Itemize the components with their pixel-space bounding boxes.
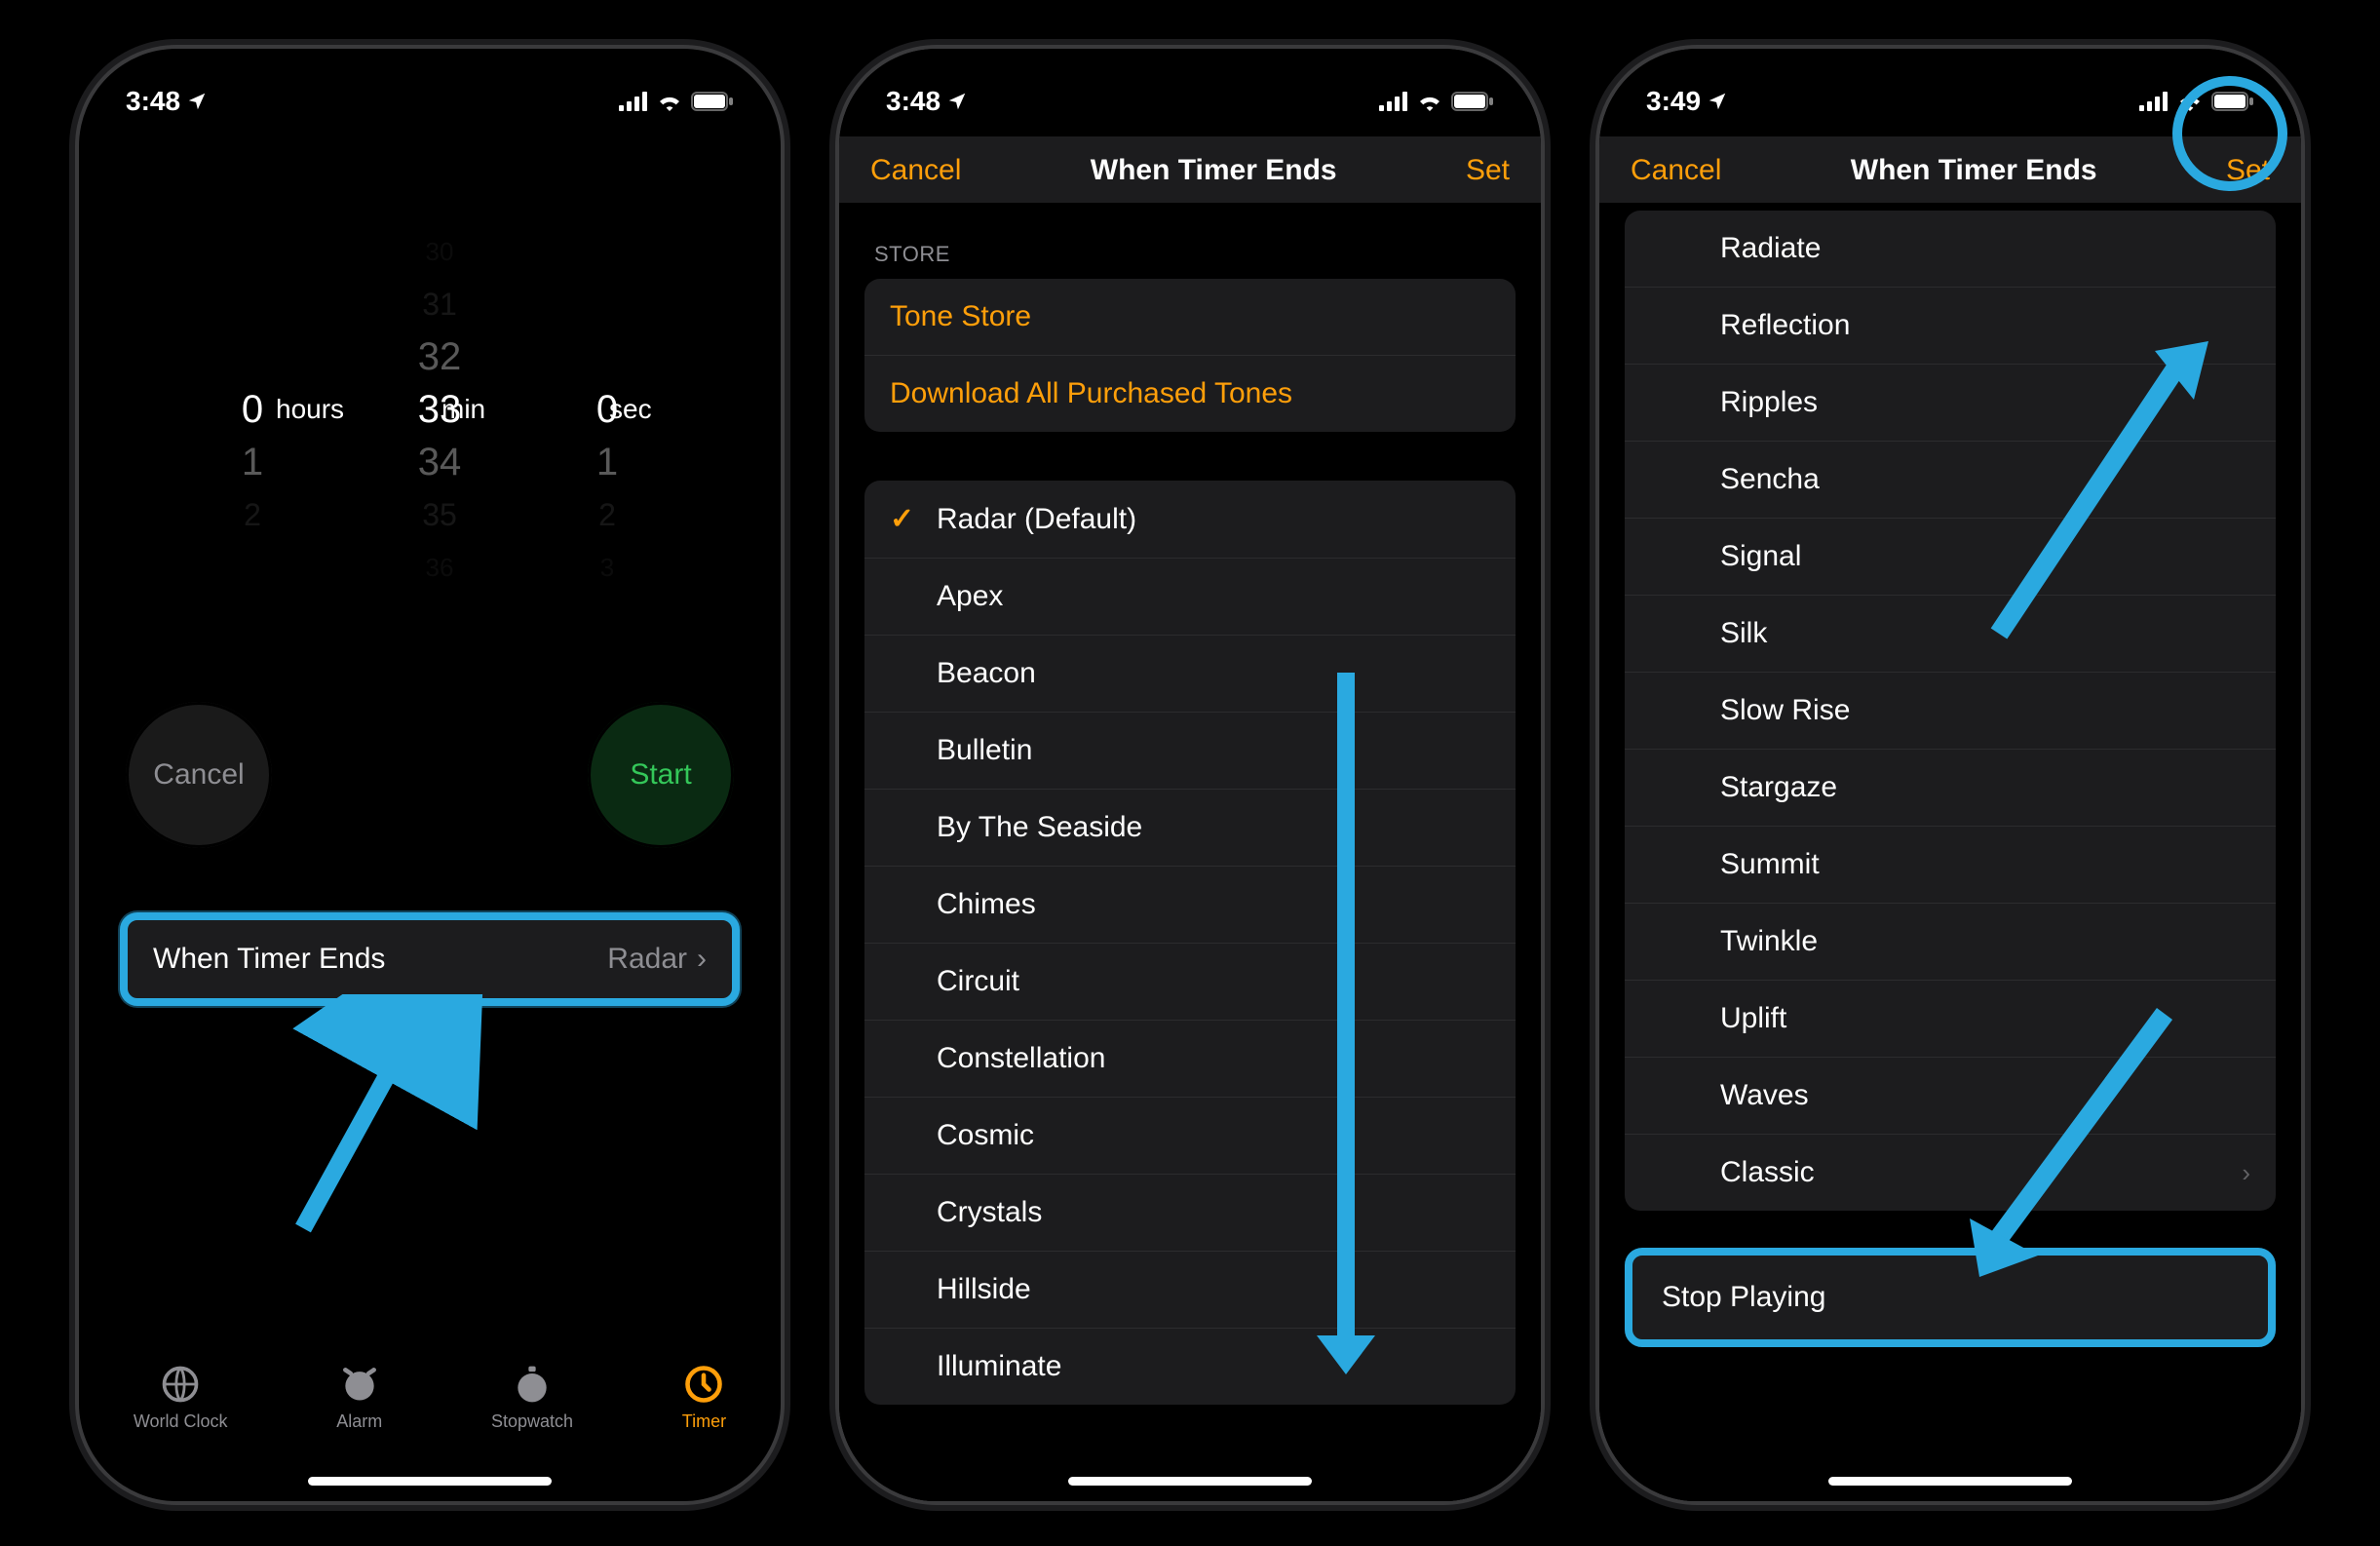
status-time: 3:49: [1646, 86, 1701, 117]
tone-item[interactable]: Chimes: [864, 866, 1516, 943]
wifi-icon: [656, 92, 683, 111]
tone-item-classic[interactable]: Classic›: [1625, 1134, 2276, 1211]
set-link[interactable]: Set: [1466, 154, 1510, 187]
battery-icon: [1451, 92, 1494, 111]
cancel-link[interactable]: Cancel: [1631, 154, 1721, 187]
time-picker[interactable]: 0 1 2 hours 30 31 32 33 34 35 36 min: [79, 136, 781, 682]
notch: [1828, 49, 2072, 97]
tone-item[interactable]: Waves: [1625, 1057, 2276, 1134]
tone-item[interactable]: Ripples: [1625, 364, 2276, 441]
tone-item[interactable]: By The Seaside: [864, 789, 1516, 866]
tab-stopwatch[interactable]: Stopwatch: [491, 1363, 573, 1432]
modal-title: When Timer Ends: [1851, 154, 2097, 187]
tone-item[interactable]: Summit: [1625, 826, 2276, 903]
tab-timer[interactable]: Timer: [682, 1363, 726, 1432]
notch: [308, 49, 552, 97]
tone-item[interactable]: Illuminate: [864, 1328, 1516, 1405]
tone-item[interactable]: Sencha: [1625, 441, 2276, 518]
cellular-icon: [2139, 92, 2169, 111]
tone-item[interactable]: Radiate: [1625, 211, 2276, 287]
tone-picker-screen: Cancel When Timer Ends Set STORE Tone St…: [839, 49, 1541, 1501]
tone-item[interactable]: ✓Radar (Default): [864, 481, 1516, 558]
cancel-link[interactable]: Cancel: [870, 154, 961, 187]
cancel-button[interactable]: Cancel: [126, 702, 272, 848]
tone-picker-screen-scrolled: Cancel When Timer Ends Set RadiateReflec…: [1599, 49, 2301, 1501]
tone-store-link[interactable]: Tone Store: [864, 279, 1516, 355]
tone-item[interactable]: Circuit: [864, 943, 1516, 1020]
picker-minutes[interactable]: 30 31 32 33 34 35 36 min: [410, 225, 469, 594]
min-label: min: [441, 394, 485, 425]
location-icon: [186, 91, 208, 112]
modal-header: Cancel When Timer Ends Set: [839, 136, 1541, 203]
tone-item[interactable]: Constellation: [864, 1020, 1516, 1097]
download-all-link[interactable]: Download All Purchased Tones: [864, 355, 1516, 432]
set-link[interactable]: Set: [2226, 154, 2270, 187]
tab-world-clock[interactable]: World Clock: [134, 1363, 228, 1432]
start-button[interactable]: Start: [588, 702, 734, 848]
tone-item[interactable]: Stargaze: [1625, 749, 2276, 826]
location-icon: [946, 91, 968, 112]
battery-icon: [2211, 92, 2254, 111]
wifi-icon: [1416, 92, 1443, 111]
tone-item[interactable]: Cosmic: [864, 1097, 1516, 1174]
tone-item[interactable]: Signal: [1625, 518, 2276, 595]
home-indicator[interactable]: [1068, 1477, 1312, 1486]
tab-alarm[interactable]: Alarm: [336, 1363, 382, 1432]
cellular-icon: [619, 92, 648, 111]
when-timer-ends-row[interactable]: When Timer Ends Radar ›: [120, 912, 740, 1006]
notch: [1068, 49, 1312, 97]
wifi-icon: [2176, 92, 2204, 111]
tone-item[interactable]: Bulletin: [864, 712, 1516, 789]
location-icon: [1707, 91, 1728, 112]
modal-header: Cancel When Timer Ends Set: [1599, 136, 2301, 203]
tone-item[interactable]: Apex: [864, 558, 1516, 635]
battery-icon: [691, 92, 734, 111]
tone-item[interactable]: Uplift: [1625, 980, 2276, 1057]
stop-playing-row[interactable]: Stop Playing: [1625, 1248, 2276, 1347]
timer-screen: 0 1 2 hours 30 31 32 33 34 35 36 min: [79, 49, 781, 1501]
phone-tone-list: 3:48 Cancel When Timer Ends Set STORE To…: [839, 49, 1541, 1501]
picker-seconds[interactable]: 0 1 2 3 sec: [578, 225, 636, 594]
picker-hours[interactable]: 0 1 2 hours: [223, 225, 282, 594]
status-time: 3:48: [886, 86, 940, 117]
store-group: Tone Store Download All Purchased Tones: [864, 279, 1516, 432]
hours-label: hours: [276, 394, 344, 425]
tones-group: RadiateReflectionRipplesSenchaSignalSilk…: [1625, 211, 2276, 1211]
tone-item[interactable]: Silk: [1625, 595, 2276, 672]
check-icon: ✓: [890, 502, 919, 536]
phone-tone-list-bottom: 3:49 Cancel When Timer Ends Set RadiateR…: [1599, 49, 2301, 1501]
when-ends-value: Radar: [607, 943, 687, 976]
chevron-right-icon: ›: [2242, 1158, 2250, 1188]
phone-timer: 3:48 0 1: [79, 49, 781, 1501]
chevron-right-icon: ›: [697, 943, 707, 976]
tone-item[interactable]: Slow Rise: [1625, 672, 2276, 749]
when-ends-label: When Timer Ends: [153, 943, 385, 976]
store-section-header: STORE: [874, 242, 1506, 267]
tone-item[interactable]: Beacon: [864, 635, 1516, 712]
tones-group: ✓Radar (Default)ApexBeaconBulletinBy The…: [864, 481, 1516, 1405]
cellular-icon: [1379, 92, 1408, 111]
modal-title: When Timer Ends: [1091, 154, 1337, 187]
tone-item[interactable]: Reflection: [1625, 287, 2276, 364]
home-indicator[interactable]: [1828, 1477, 2072, 1486]
tone-item[interactable]: Twinkle: [1625, 903, 2276, 980]
sec-label: sec: [609, 394, 652, 425]
home-indicator[interactable]: [308, 1477, 552, 1486]
tone-item[interactable]: Hillside: [864, 1251, 1516, 1328]
status-time: 3:48: [126, 86, 180, 117]
tone-item[interactable]: Crystals: [864, 1174, 1516, 1251]
